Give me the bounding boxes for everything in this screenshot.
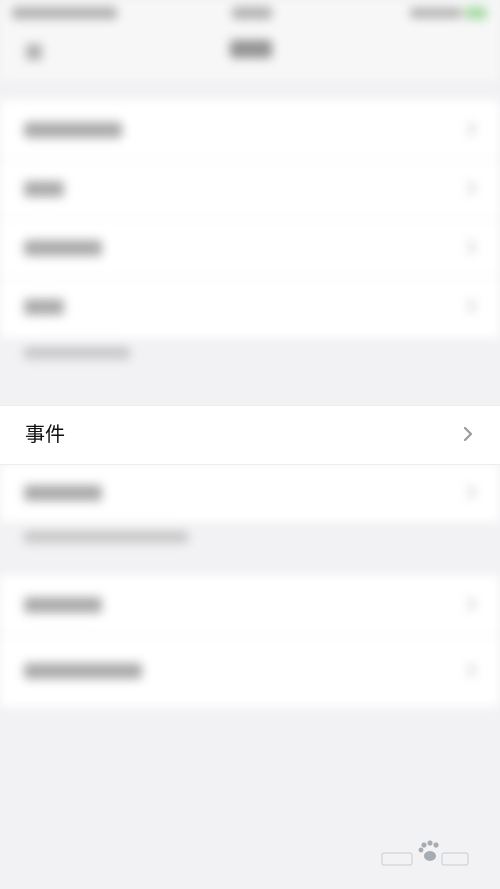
status-bar	[0, 0, 500, 26]
settings-screen: 事件	[0, 0, 500, 889]
chevron-right-icon	[463, 426, 473, 442]
settings-group-1	[0, 100, 500, 338]
settings-group-2	[0, 463, 500, 522]
navigation-bar	[0, 26, 500, 83]
event-row-label: 事件	[25, 424, 65, 446]
event-row[interactable]: 事件	[0, 405, 500, 465]
baidu-jingyan-watermark-icon	[381, 840, 469, 866]
settings-group-3	[0, 575, 500, 707]
